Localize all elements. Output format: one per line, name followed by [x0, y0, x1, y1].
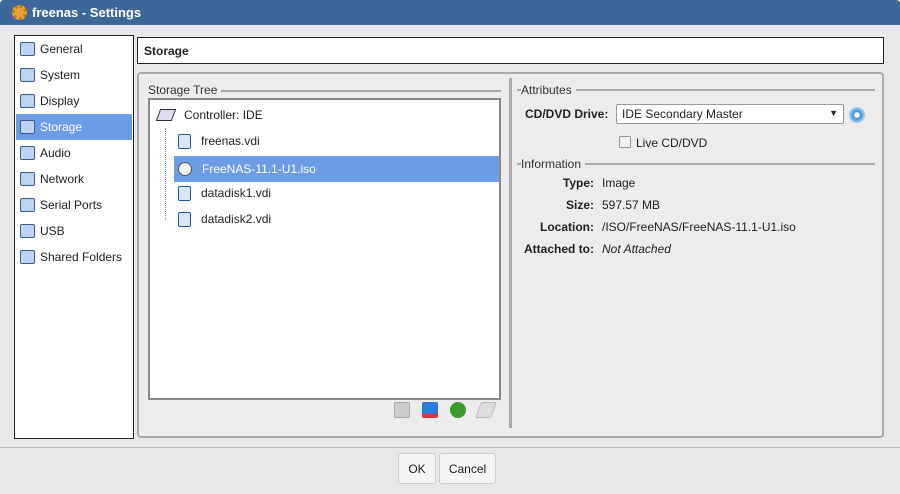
- type-label: Type:: [562, 176, 594, 190]
- storage-icon: [20, 120, 35, 134]
- gear-icon: [12, 5, 27, 20]
- serial-port-icon: [20, 198, 35, 212]
- type-value: Image: [602, 176, 636, 190]
- tree-item[interactable]: datadisk2.vdi: [178, 206, 271, 232]
- size-value: 597.57 MB: [602, 198, 661, 212]
- chip-icon: [20, 68, 35, 82]
- information-legend: Information: [521, 157, 586, 171]
- sidebar-item-audio[interactable]: Audio: [16, 140, 132, 166]
- size-label: Size:: [565, 198, 594, 212]
- location-value: /ISO/FreeNAS/FreeNAS-11.1-U1.iso: [602, 220, 796, 234]
- add-controller-icon[interactable]: [394, 402, 410, 418]
- network-icon: [20, 172, 35, 186]
- sidebar-item-system[interactable]: System: [16, 62, 132, 88]
- sidebar: General System Display Storage Audio Net…: [14, 35, 134, 439]
- sidebar-item-network[interactable]: Network: [16, 166, 132, 192]
- sidebar-item-shared-folders[interactable]: Shared Folders: [16, 244, 132, 270]
- tree-item[interactable]: freenas.vdi: [178, 128, 260, 154]
- window-title: freenas - Settings: [32, 5, 142, 20]
- cancel-button[interactable]: Cancel: [439, 453, 496, 484]
- hard-disk-icon: [178, 211, 191, 227]
- attached-to-label: Attached to:: [524, 242, 594, 256]
- storage-tree-legend: Storage Tree: [148, 83, 222, 97]
- display-icon: [20, 94, 35, 108]
- attributes-legend: Attributes: [521, 83, 576, 97]
- tree-line: [165, 128, 166, 220]
- add-attachment-icon[interactable]: [450, 402, 466, 418]
- controller-icon: [155, 109, 177, 121]
- live-cd-dvd-label[interactable]: Live CD/DVD: [636, 136, 707, 150]
- attached-to-value: Not Attached: [602, 242, 671, 256]
- page-title: Storage: [137, 37, 884, 64]
- storage-tree[interactable]: Controller: IDE freenas.vdi FreeNAS-11.1…: [148, 98, 501, 400]
- cd-dvd-drive-label: CD/DVD Drive:: [525, 107, 609, 121]
- hard-disk-icon: [178, 185, 191, 201]
- location-label: Location:: [540, 220, 594, 234]
- ok-button[interactable]: OK: [398, 453, 436, 484]
- sidebar-item-display[interactable]: Display: [16, 88, 132, 114]
- sidebar-item-storage[interactable]: Storage: [16, 114, 132, 140]
- cd-dvd-drive-select[interactable]: IDE Secondary Master ▼: [616, 104, 844, 124]
- sidebar-item-general[interactable]: General: [16, 36, 132, 62]
- title-bar: freenas - Settings: [0, 0, 900, 25]
- tree-controller-ide[interactable]: Controller: IDE: [155, 102, 263, 128]
- hard-disk-icon: [178, 133, 191, 149]
- speaker-icon: [20, 146, 35, 160]
- live-cd-dvd-checkbox[interactable]: [619, 136, 631, 148]
- tree-item[interactable]: FreeNAS-11.1-U1.iso: [174, 156, 499, 182]
- choose-disk-icon[interactable]: [849, 107, 865, 123]
- tree-item[interactable]: datadisk1.vdi: [178, 180, 271, 206]
- folder-icon: [20, 250, 35, 264]
- sidebar-item-serial-ports[interactable]: Serial Ports: [16, 192, 132, 218]
- remove-controller-icon[interactable]: [422, 402, 438, 418]
- chevron-down-icon: ▼: [829, 108, 838, 118]
- optical-disc-icon: [178, 162, 192, 176]
- sidebar-item-usb[interactable]: USB: [16, 218, 132, 244]
- usb-icon: [20, 224, 35, 238]
- monitor-icon: [20, 42, 35, 56]
